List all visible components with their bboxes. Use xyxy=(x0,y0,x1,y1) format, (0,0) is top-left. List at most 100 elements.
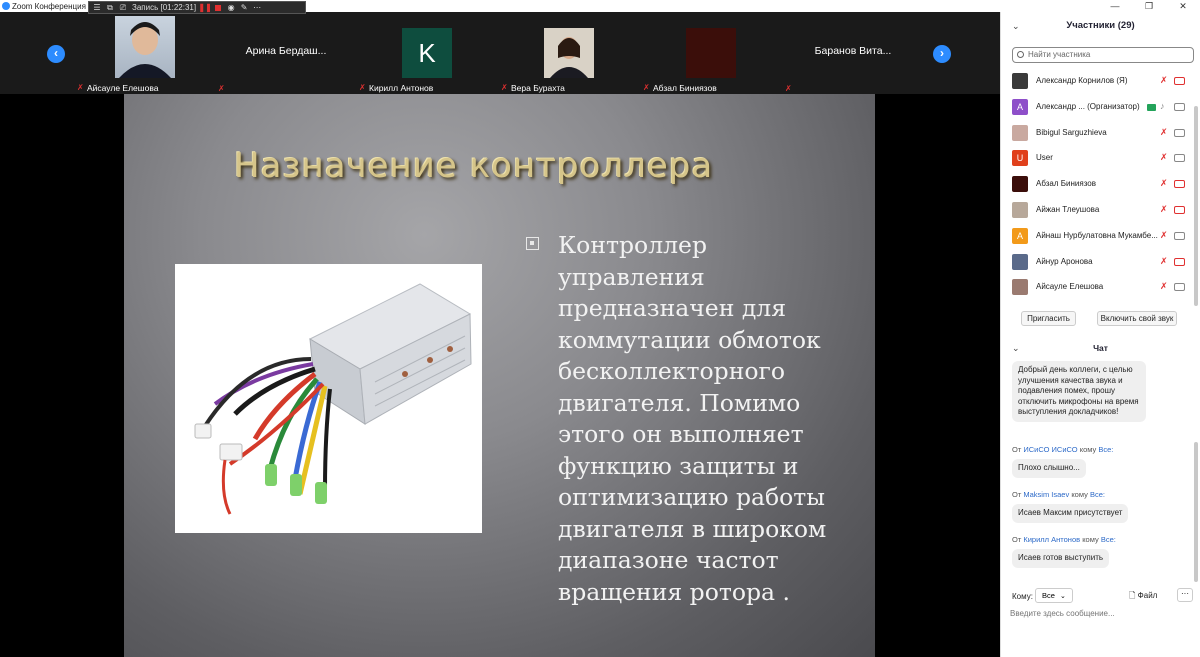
person-photo-icon xyxy=(550,37,588,78)
recording-toolbar: ☰ ⧉ ⎚ Запись [01:22:31] ❚❚ ◉ ✎ ⋯ xyxy=(88,1,306,14)
video-tile[interactable]: ✗ Абзал Биниязов xyxy=(641,12,781,94)
window-controls: — ❐ ✕ xyxy=(1098,0,1200,12)
muted-mic-icon[interactable]: ✗ xyxy=(1160,281,1170,293)
participant-avatar xyxy=(1012,253,1028,270)
file-button[interactable]: 🗋 Файл xyxy=(1129,590,1157,604)
sender-name[interactable]: ИСиСО ИСиСО xyxy=(1023,445,1077,454)
minimize-icon[interactable]: — xyxy=(1098,0,1132,12)
participant-name: User xyxy=(1036,153,1053,163)
slide-body-text: Контроллер управления предназначен для к… xyxy=(558,231,827,606)
grip-icon[interactable]: ☰ xyxy=(93,3,101,12)
participant-avatar: A xyxy=(1012,227,1028,244)
participant-name: Абзал Биниязов xyxy=(653,83,717,93)
to-prefix: кому xyxy=(1082,535,1099,544)
chat-sender-line: От Maksim Isaev кому Все: xyxy=(1012,490,1105,499)
file-label: Файл xyxy=(1137,591,1158,600)
chat-message-input[interactable] xyxy=(1010,606,1192,620)
share-icon[interactable]: ⎚ xyxy=(119,3,127,12)
sender-name[interactable]: Кирилл Антонов xyxy=(1023,535,1080,544)
participant-row[interactable]: Bibigul Sarguzhieva ✗ xyxy=(1001,121,1200,147)
file-icon: 🗋 xyxy=(1129,591,1136,600)
person-photo-icon xyxy=(119,22,171,78)
participant-avatar xyxy=(1012,176,1028,193)
camera-icon[interactable]: ◉ xyxy=(227,3,235,12)
participant-row[interactable]: Айнур Аронова ✗ xyxy=(1001,250,1200,276)
muted-mic-icon[interactable]: ✗ xyxy=(1160,178,1170,190)
participant-avatar xyxy=(544,28,594,78)
video-icon[interactable] xyxy=(1174,283,1185,292)
participant-row[interactable]: A Александр ... (Организатор) ♪ xyxy=(1001,95,1200,121)
chat-more-button[interactable]: ··· xyxy=(1177,588,1193,602)
maximize-icon[interactable]: ❐ xyxy=(1132,0,1166,12)
video-tile[interactable]: Баранов Вита... ✗ xyxy=(783,12,923,94)
participant-row[interactable]: Александр Корнилов (Я) ✗ xyxy=(1001,69,1200,95)
participant-avatar xyxy=(1012,279,1028,296)
bullet-icon xyxy=(526,237,539,250)
muted-mic-icon: ✗ xyxy=(785,84,792,93)
participant-row[interactable]: Абзал Биниязов ✗ xyxy=(1001,172,1200,198)
layout-icon[interactable]: ⧉ xyxy=(106,3,114,12)
more-icon[interactable]: ⋯ xyxy=(253,3,261,12)
video-icon[interactable] xyxy=(1174,231,1185,240)
side-panel: ⌄ Участники (29) Найти участника Алексан… xyxy=(1000,12,1200,657)
participant-avatar xyxy=(686,28,736,78)
unmute-self-button[interactable]: Включить свой звук xyxy=(1097,311,1177,326)
search-placeholder: Найти участника xyxy=(1028,50,1091,59)
muted-mic-icon[interactable]: ✗ xyxy=(1160,256,1170,268)
participant-row[interactable]: Айжан Тлеушова ✗ xyxy=(1001,198,1200,224)
recipient-name[interactable]: Все: xyxy=(1090,490,1105,499)
controller-photo xyxy=(175,264,482,533)
video-off-icon[interactable] xyxy=(1174,257,1185,266)
participant-avatar: U xyxy=(1012,150,1028,167)
muted-mic-icon[interactable]: ✗ xyxy=(1160,204,1170,216)
participant-row[interactable]: U User ✗ xyxy=(1001,146,1200,172)
mic-on-icon[interactable]: ♪ xyxy=(1160,101,1170,113)
recipient-name[interactable]: Все: xyxy=(1101,535,1116,544)
search-icon xyxy=(1017,51,1024,58)
video-icon[interactable] xyxy=(1174,154,1185,163)
participant-name: Арина Бердаш... xyxy=(245,45,327,57)
participant-name: Bibigul Sarguzhieva xyxy=(1036,127,1107,137)
chat-sender-line: От ИСиСО ИСиСО кому Все: xyxy=(1012,445,1113,454)
shared-screen: Назначение контроллера Контроллер управл… xyxy=(0,94,1000,657)
participant-avatar xyxy=(1012,201,1028,218)
muted-mic-icon: ✗ xyxy=(501,83,508,92)
recipient-name[interactable]: Все: xyxy=(1098,445,1113,454)
stop-icon xyxy=(215,4,222,11)
invite-button[interactable]: Пригласить xyxy=(1021,311,1076,326)
participant-search-input[interactable]: Найти участника xyxy=(1012,47,1194,63)
next-page-button[interactable]: › xyxy=(933,45,951,63)
motor-controller-image xyxy=(175,264,482,533)
muted-mic-icon[interactable]: ✗ xyxy=(1160,127,1170,139)
participant-row[interactable]: A Айнаш Нурбулатовна Мукамбе... ✗ xyxy=(1001,224,1200,250)
video-tile[interactable]: ✗ Айсауле Елешова xyxy=(75,12,215,94)
muted-mic-icon[interactable]: ✗ xyxy=(1160,152,1170,164)
sender-name[interactable]: Maksim Isaev xyxy=(1023,490,1069,499)
stop-recording-button[interactable] xyxy=(214,4,222,12)
video-icon[interactable] xyxy=(1174,128,1185,137)
close-icon[interactable]: ✕ xyxy=(1166,0,1200,12)
participant-avatar xyxy=(1012,124,1028,141)
muted-mic-icon[interactable]: ✗ xyxy=(1160,75,1170,87)
chat-scrollbar[interactable] xyxy=(1194,442,1198,582)
chat-recipient-select[interactable]: Все ⌄ xyxy=(1035,588,1073,603)
video-off-icon[interactable] xyxy=(1174,180,1185,189)
muted-mic-icon: ✗ xyxy=(643,83,650,92)
chat-sender-line: От Кирилл Антонов кому Все: xyxy=(1012,535,1116,544)
video-tile[interactable]: Арина Бердаш... ✗ xyxy=(216,12,356,94)
muted-mic-icon[interactable]: ✗ xyxy=(1160,230,1170,242)
pause-recording-icon[interactable]: ❚❚ xyxy=(198,3,211,12)
participant-row[interactable]: Айсауле Елешова ✗ xyxy=(1001,275,1200,301)
video-tile[interactable]: ✗ Вера Бурахта xyxy=(499,12,639,94)
video-off-icon[interactable] xyxy=(1174,205,1185,214)
annotate-pen-icon[interactable]: ✎ xyxy=(240,3,248,12)
video-icon[interactable] xyxy=(1174,102,1185,111)
app-title: Zoom Конференция xyxy=(12,1,86,11)
prev-page-button[interactable]: ‹ xyxy=(47,45,65,63)
video-off-icon[interactable] xyxy=(1174,77,1185,85)
video-tile[interactable]: K ✗ Кирилл Антонов xyxy=(357,12,497,94)
chevron-down-icon: ⌄ xyxy=(1060,593,1066,600)
presentation-slide: Назначение контроллера Контроллер управл… xyxy=(124,94,875,657)
chat-message: Добрый день коллеги, с целью улучшения к… xyxy=(1012,361,1146,422)
participant-name: Кирилл Антонов xyxy=(369,83,434,93)
